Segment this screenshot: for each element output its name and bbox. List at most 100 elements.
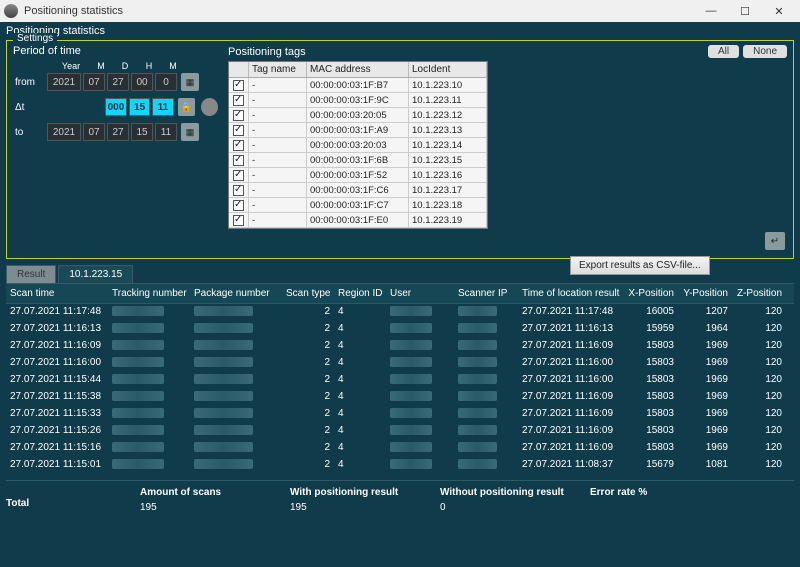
result-row[interactable]: 27.07.2021 11:15:262427.07.2021 11:16:09… [6,423,794,440]
tag-loc-cell: 10.1.223.14 [409,138,487,152]
tag-mac-cell: 00:00:00:03:1F:E0 [307,213,409,227]
col-scan-time[interactable]: Scan time [6,287,108,300]
result-row[interactable]: 27.07.2021 11:16:132427.07.2021 11:16:13… [6,321,794,338]
col-package[interactable]: Package number [190,287,282,300]
apply-tags-icon[interactable]: ↵ [765,232,785,250]
maximize-button[interactable]: ☐ [728,0,762,22]
settings-panel: Settings Period of time Year M D H M fro… [6,40,794,259]
tag-row[interactable]: -00:00:00:03:20:0510.1.223.12 [229,108,487,123]
to-min-input[interactable]: 11 [155,123,177,141]
tag-checkbox[interactable] [233,140,244,151]
tag-checkbox[interactable] [233,110,244,121]
col-user[interactable]: User [386,287,454,300]
tag-checkbox[interactable] [233,125,244,136]
tag-name-cell: - [249,138,307,152]
tag-name-cell: - [249,168,307,182]
tag-loc-cell: 10.1.223.13 [409,123,487,137]
to-month-input[interactable]: 07 [83,123,105,141]
tag-row[interactable]: -00:00:00:03:1F:9C10.1.223.11 [229,93,487,108]
tag-mac-cell: 00:00:00:03:20:03 [307,138,409,152]
amount-value: 195 [140,502,290,513]
tag-loc-cell: 10.1.223.18 [409,198,487,212]
col-x[interactable]: X-Position [624,287,678,300]
result-row[interactable]: 27.07.2021 11:16:092427.07.2021 11:16:09… [6,338,794,355]
tag-loc-cell: 10.1.223.15 [409,153,487,167]
from-year-input[interactable]: 2021 [47,73,81,91]
col-region[interactable]: Region ID [334,287,386,300]
result-row[interactable]: 27.07.2021 11:16:002427.07.2021 11:16:00… [6,355,794,372]
col-locident[interactable]: LocIdent [409,62,487,77]
tag-checkbox[interactable] [233,80,244,91]
col-y[interactable]: Y-Position [678,287,732,300]
export-csv-button[interactable]: Export results as CSV-file... [570,256,710,275]
tag-row[interactable]: -00:00:00:03:1F:A910.1.223.13 [229,123,487,138]
from-min-input[interactable]: 0 [155,73,177,91]
tag-checkbox[interactable] [233,215,244,226]
tag-name-cell: - [249,198,307,212]
from-calendar-icon[interactable]: ▦ [181,73,199,91]
tag-checkbox[interactable] [233,200,244,211]
from-month-input[interactable]: 07 [83,73,105,91]
delta-day-input[interactable]: 000 [105,98,127,116]
run-button[interactable] [201,98,218,116]
col-z[interactable]: Z-Position [732,287,786,300]
delta-hour-input[interactable]: 15 [129,98,150,116]
result-row[interactable]: 27.07.2021 11:15:012427.07.2021 11:08:37… [6,457,794,472]
to-hour-input[interactable]: 15 [131,123,153,141]
result-row[interactable]: 27.07.2021 11:15:162427.07.2021 11:16:09… [6,440,794,457]
app-icon [4,4,18,18]
tag-mac-cell: 00:00:00:03:1F:9C [307,93,409,107]
tag-row[interactable]: -00:00:00:03:1F:5210.1.223.16 [229,168,487,183]
tag-checkbox[interactable] [233,185,244,196]
select-all-button[interactable]: All [708,45,739,58]
tag-name-cell: - [249,78,307,92]
to-year-input[interactable]: 2021 [47,123,81,141]
result-row[interactable]: 27.07.2021 11:15:332427.07.2021 11:16:09… [6,406,794,423]
tag-checkbox[interactable] [233,155,244,166]
tab-ip[interactable]: 10.1.223.15 [58,265,133,283]
tag-row[interactable]: -00:00:00:03:1F:C610.1.223.17 [229,183,487,198]
tag-mac-cell: 00:00:00:03:1F:B7 [307,78,409,92]
result-row[interactable]: 27.07.2021 11:15:382427.07.2021 11:16:09… [6,389,794,406]
tag-mac-cell: 00:00:00:03:1F:C7 [307,198,409,212]
select-none-button[interactable]: None [743,45,787,58]
col-tracking[interactable]: Tracking number [108,287,190,300]
col-tagname[interactable]: Tag name [249,62,307,77]
to-calendar-icon[interactable]: ▦ [181,123,199,141]
tag-row[interactable]: -00:00:00:03:1F:E010.1.223.19 [229,213,487,228]
tag-mac-cell: 00:00:00:03:1F:C6 [307,183,409,197]
tag-row[interactable]: -00:00:00:03:20:0310.1.223.14 [229,138,487,153]
tab-result[interactable]: Result [6,265,56,283]
tag-mac-cell: 00:00:00:03:1F:A9 [307,123,409,137]
from-hour-input[interactable]: 00 [131,73,153,91]
col-mac[interactable]: MAC address [307,62,409,77]
tags-title: Positioning tags [228,46,704,58]
tag-mac-cell: 00:00:00:03:20:05 [307,108,409,122]
result-row[interactable]: 27.07.2021 11:17:482427.07.2021 11:17:48… [6,304,794,321]
tag-loc-cell: 10.1.223.10 [409,78,487,92]
col-scan-type[interactable]: Scan type [282,287,334,300]
tag-loc-cell: 10.1.223.11 [409,93,487,107]
to-label: to [13,127,47,138]
with-value: 195 [290,502,440,513]
tag-checkbox[interactable] [233,95,244,106]
window-titlebar: Positioning statistics — ☐ ✕ [0,0,800,22]
tag-row[interactable]: -00:00:00:03:1F:6B10.1.223.15 [229,153,487,168]
to-day-input[interactable]: 27 [107,123,129,141]
delta-min-input[interactable]: 11 [152,98,173,116]
delta-lock-icon[interactable]: 🔒 [178,98,195,116]
tag-row[interactable]: -00:00:00:03:1F:C710.1.223.18 [229,198,487,213]
tag-loc-cell: 10.1.223.12 [409,108,487,122]
from-day-input[interactable]: 27 [107,73,129,91]
col-scanner-ip[interactable]: Scanner IP [454,287,518,300]
settings-legend: Settings [13,33,57,44]
tag-mac-cell: 00:00:00:03:1F:6B [307,153,409,167]
col-time-loc[interactable]: Time of location result [518,287,624,300]
tag-row[interactable]: -00:00:00:03:1F:B710.1.223.10 [229,78,487,93]
tag-checkbox[interactable] [233,170,244,181]
tag-name-cell: - [249,153,307,167]
close-button[interactable]: ✕ [762,0,796,22]
delta-label: Δt [13,102,46,113]
minimize-button[interactable]: — [694,0,728,22]
result-row[interactable]: 27.07.2021 11:15:442427.07.2021 11:16:00… [6,372,794,389]
